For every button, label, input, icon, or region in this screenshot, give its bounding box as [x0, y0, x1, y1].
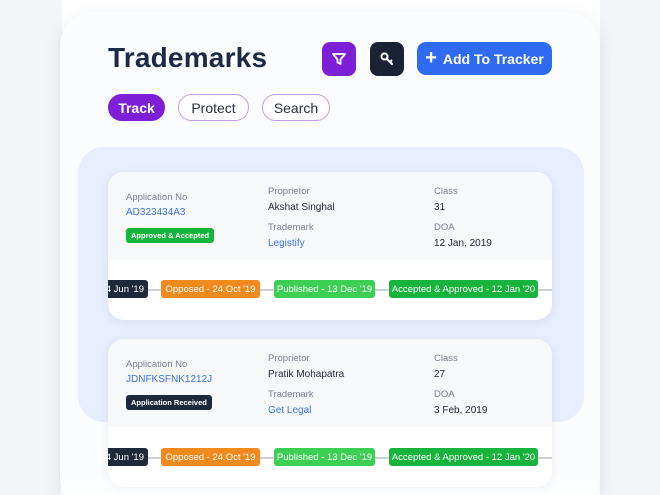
status-timeline: 4 Jun '19 Opposed - 24 Oct '19 Published… — [108, 280, 552, 300]
application-no-link[interactable]: AD323434A3 — [126, 207, 186, 218]
plus-icon: + — [425, 46, 437, 69]
filter-icon — [332, 53, 346, 65]
doa-label: DOA — [434, 389, 455, 400]
tab-protect[interactable]: Protect — [178, 94, 249, 121]
add-to-tracker-button[interactable]: + Add To Tracker — [417, 42, 552, 75]
page-title: Trademarks — [108, 42, 268, 73]
application-no-link[interactable]: JDNFKSFNK1212J — [126, 374, 212, 385]
application-no-label: Application No — [126, 192, 188, 203]
timeline-step-filed: 4 Jun '19 — [108, 448, 148, 466]
add-to-tracker-label: Add To Tracker — [442, 50, 544, 67]
trademark-label: Trademark — [268, 389, 314, 400]
status-badge: Application Received — [126, 395, 212, 410]
doa-value: 3 Feb, 2019 — [434, 405, 488, 416]
timeline-step-accepted: Accepted & Approved - 12 Jan '20 — [389, 280, 538, 298]
timeline-step-accepted: Accepted & Approved - 12 Jan '20 — [389, 448, 538, 466]
key-icon — [380, 52, 393, 65]
class-value: 27 — [434, 369, 446, 380]
proprietor-value: Pratik Mohapatra — [268, 369, 345, 380]
status-timeline: 4 Jun '19 Opposed - 24 Oct '19 Published… — [108, 448, 552, 468]
proprietor-value: Akshat Singhal — [268, 202, 335, 213]
trademark-link[interactable]: Get Legal — [268, 405, 311, 416]
application-no-label: Application No — [126, 359, 188, 370]
tab-track[interactable]: Track — [108, 94, 165, 121]
filter-button[interactable] — [322, 42, 356, 76]
timeline-step-published: Published - 13 Dec '19 — [274, 448, 375, 466]
key-button[interactable] — [370, 42, 404, 76]
doa-label: DOA — [434, 222, 455, 233]
timeline-step-filed: 4 Jun '19 — [108, 280, 148, 298]
proprietor-label: Proprietor — [268, 353, 310, 364]
class-label: Class — [434, 186, 458, 197]
trademark-label: Trademark — [268, 222, 314, 233]
tab-search[interactable]: Search — [262, 94, 330, 121]
proprietor-label: Proprietor — [268, 186, 310, 197]
status-badge: Approved & Accepted — [126, 228, 215, 243]
doa-value: 12 Jan, 2019 — [434, 238, 492, 249]
timeline-step-published: Published - 13 Dec '19 — [274, 280, 375, 298]
class-value: 31 — [434, 202, 446, 213]
class-label: Class — [434, 353, 458, 364]
trademark-link[interactable]: Legistify — [268, 238, 305, 249]
timeline-step-opposed: Opposed - 24 Oct '19 — [161, 280, 260, 298]
timeline-step-opposed: Opposed - 24 Oct '19 — [161, 448, 260, 466]
